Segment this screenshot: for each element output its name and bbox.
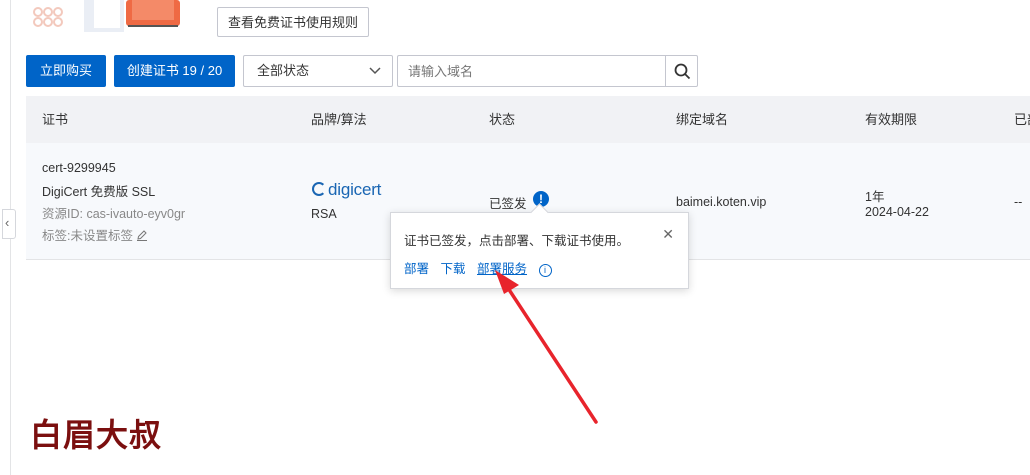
column-header-certificate: 证书 [42, 112, 69, 127]
edit-icon[interactable] [136, 229, 148, 241]
status-filter-select[interactable]: 全部状态 [243, 55, 393, 87]
buy-now-button[interactable]: 立即购买 [26, 55, 106, 87]
domain-search-input[interactable] [397, 55, 665, 87]
download-link[interactable]: 下载 [441, 262, 466, 276]
free-cert-rules-button[interactable]: 查看免费证书使用规则 [217, 7, 369, 37]
collapse-sidebar-button[interactable]: ‹ [2, 209, 16, 239]
column-header-deployed: 已部 [1014, 112, 1030, 127]
cert-id[interactable]: cert-9299945 [42, 161, 116, 175]
tag-text: 标签:未设置标签 [42, 229, 133, 243]
deploy-link[interactable]: 部署 [404, 262, 429, 276]
tag-label[interactable]: 标签:未设置标签 [42, 225, 148, 244]
brand-name: digicert [328, 180, 382, 199]
status-filter-value: 全部状态 [257, 63, 310, 78]
watermark-text: 白眉大叔 [30, 416, 163, 454]
deployed-value: -- [1014, 195, 1023, 209]
search-button[interactable] [665, 55, 698, 87]
validity-date: 2024-04-22 [865, 205, 929, 219]
search-icon [674, 63, 691, 80]
annotation-arrow [495, 270, 598, 424]
popover-message: 证书已签发，点击部署、下载证书使用。 [404, 234, 630, 248]
chevron-down-icon [369, 67, 381, 75]
column-header-status: 状态 [489, 112, 516, 127]
chevron-left-icon: ‹ [5, 215, 10, 230]
banner-illustration [28, 0, 183, 32]
column-header-domain: 绑定域名 [676, 112, 729, 127]
table-header: 证书 品牌/算法 状态 绑定域名 有效期限 已部 [26, 96, 1030, 143]
bound-domain: baimei.koten.vip [676, 195, 767, 209]
column-header-brand: 品牌/算法 [311, 112, 367, 127]
status-text: 已签发 [489, 197, 527, 211]
digicert-mark-icon [312, 182, 326, 196]
close-icon[interactable]: ✕ [662, 226, 674, 243]
digicert-logo: digicert [312, 180, 381, 200]
cert-name: DigiCert 免费版 SSL [42, 185, 156, 199]
validity-period: 1年 [865, 190, 885, 204]
resource-id: 资源ID: cas-ivauto-eyv0gr [42, 207, 186, 221]
algorithm: RSA [311, 207, 337, 221]
column-header-validity: 有效期限 [865, 112, 918, 127]
create-certificate-button[interactable]: 创建证书 19 / 20 [114, 55, 235, 87]
